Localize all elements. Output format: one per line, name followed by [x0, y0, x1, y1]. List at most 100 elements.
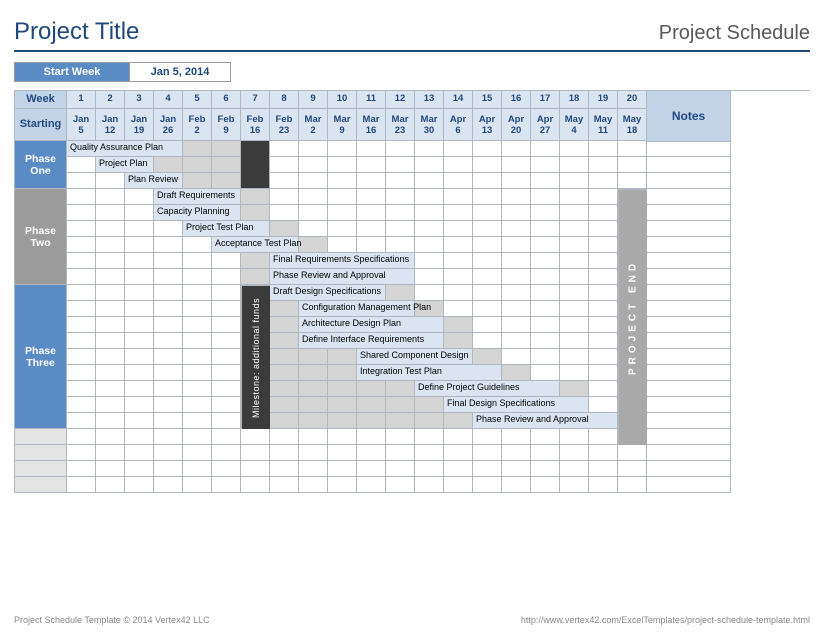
cell[interactable]	[473, 205, 502, 221]
cell[interactable]	[125, 445, 154, 461]
cell[interactable]	[96, 285, 125, 301]
cell[interactable]	[531, 285, 560, 301]
cell[interactable]	[560, 445, 589, 461]
cell[interactable]	[415, 205, 444, 221]
start-week-value[interactable]: Jan 5, 2014	[130, 62, 231, 82]
cell[interactable]	[531, 141, 560, 157]
cell[interactable]	[589, 349, 618, 365]
cell[interactable]	[618, 173, 647, 189]
cell[interactable]	[386, 429, 415, 445]
cell[interactable]	[183, 477, 212, 493]
cell[interactable]	[183, 461, 212, 477]
cell[interactable]	[473, 461, 502, 477]
cell[interactable]	[125, 349, 154, 365]
cell[interactable]	[357, 445, 386, 461]
cell[interactable]	[618, 477, 647, 493]
cell[interactable]	[473, 237, 502, 253]
cell[interactable]	[473, 141, 502, 157]
cell[interactable]	[502, 157, 531, 173]
task-bar[interactable]: Configuration Management Plan	[299, 301, 415, 317]
cell[interactable]	[299, 477, 328, 493]
cell[interactable]	[589, 173, 618, 189]
cell[interactable]	[328, 429, 357, 445]
cell[interactable]	[589, 477, 618, 493]
cell[interactable]	[67, 237, 96, 253]
cell[interactable]	[328, 461, 357, 477]
cell[interactable]	[96, 413, 125, 429]
cell[interactable]	[560, 253, 589, 269]
cell[interactable]	[560, 269, 589, 285]
cell[interactable]	[183, 349, 212, 365]
cell[interactable]	[357, 141, 386, 157]
cell[interactable]	[299, 189, 328, 205]
cell[interactable]	[444, 253, 473, 269]
cell[interactable]	[357, 205, 386, 221]
cell[interactable]	[67, 157, 96, 173]
cell[interactable]	[589, 253, 618, 269]
cell[interactable]	[560, 221, 589, 237]
cell[interactable]	[154, 317, 183, 333]
cell[interactable]	[67, 253, 96, 269]
cell[interactable]	[125, 253, 154, 269]
cell[interactable]	[415, 157, 444, 173]
cell[interactable]	[589, 189, 618, 205]
task-bar[interactable]: Final Design Specifications	[444, 397, 589, 413]
cell[interactable]	[328, 477, 357, 493]
cell[interactable]	[154, 461, 183, 477]
cell[interactable]	[386, 477, 415, 493]
cell[interactable]	[299, 429, 328, 445]
cell[interactable]	[560, 429, 589, 445]
project-title[interactable]: Project Title	[14, 18, 139, 46]
cell[interactable]	[560, 157, 589, 173]
cell[interactable]	[560, 237, 589, 253]
cell[interactable]	[125, 301, 154, 317]
cell[interactable]	[531, 333, 560, 349]
cell[interactable]	[502, 317, 531, 333]
cell[interactable]	[357, 221, 386, 237]
cell[interactable]	[270, 429, 299, 445]
cell[interactable]	[531, 253, 560, 269]
cell[interactable]	[473, 173, 502, 189]
cell[interactable]	[531, 301, 560, 317]
cell[interactable]	[473, 477, 502, 493]
cell[interactable]	[386, 445, 415, 461]
cell[interactable]	[473, 429, 502, 445]
cell[interactable]	[270, 477, 299, 493]
cell[interactable]	[96, 397, 125, 413]
cell[interactable]	[125, 333, 154, 349]
cell[interactable]	[560, 141, 589, 157]
cell[interactable]	[589, 301, 618, 317]
cell[interactable]	[531, 205, 560, 221]
cell[interactable]	[531, 157, 560, 173]
cell[interactable]	[212, 269, 241, 285]
cell[interactable]	[444, 301, 473, 317]
cell[interactable]	[67, 173, 96, 189]
cell[interactable]	[444, 269, 473, 285]
cell[interactable]	[96, 349, 125, 365]
cell[interactable]	[96, 333, 125, 349]
cell[interactable]	[67, 365, 96, 381]
cell[interactable]	[67, 397, 96, 413]
cell[interactable]	[386, 173, 415, 189]
cell[interactable]	[473, 333, 502, 349]
cell[interactable]	[299, 445, 328, 461]
cell[interactable]	[502, 461, 531, 477]
cell[interactable]	[502, 269, 531, 285]
cell[interactable]	[415, 253, 444, 269]
cell[interactable]	[589, 333, 618, 349]
cell[interactable]	[618, 141, 647, 157]
cell[interactable]	[67, 189, 96, 205]
cell[interactable]	[589, 365, 618, 381]
cell[interactable]	[502, 349, 531, 365]
cell[interactable]	[502, 173, 531, 189]
cell[interactable]	[328, 221, 357, 237]
cell[interactable]	[154, 397, 183, 413]
cell[interactable]	[212, 413, 241, 429]
cell[interactable]	[212, 349, 241, 365]
cell[interactable]	[67, 269, 96, 285]
cell[interactable]	[328, 205, 357, 221]
cell[interactable]	[328, 237, 357, 253]
cell[interactable]	[270, 141, 299, 157]
cell[interactable]	[96, 221, 125, 237]
cell[interactable]	[154, 253, 183, 269]
